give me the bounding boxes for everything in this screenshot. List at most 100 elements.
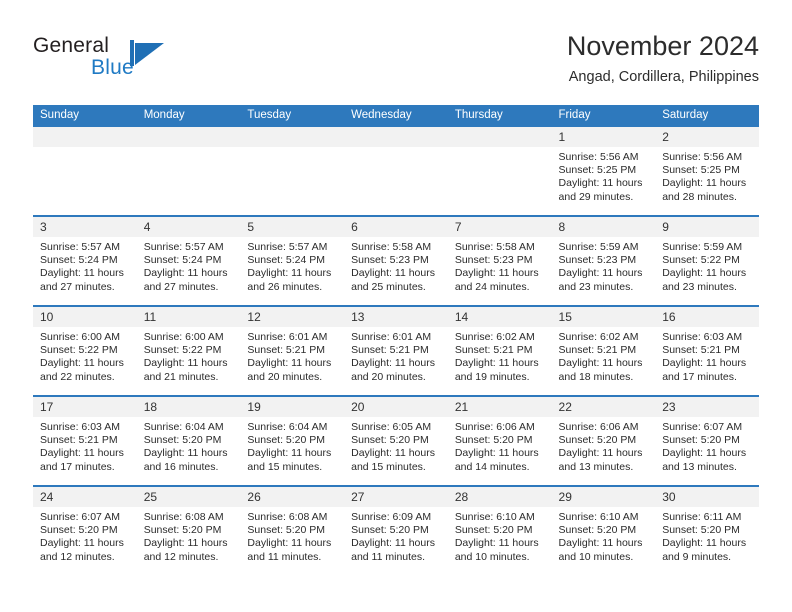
sunrise-text: Sunrise: 6:07 AM — [662, 421, 743, 433]
day-cell-inner: 7 Sunrise: 5:58 AM Sunset: 5:23 PM Daylight… — [447, 217, 552, 305]
daylight-text-line1: Daylight: 11 hours — [662, 447, 747, 460]
triangle-logo-icon — [130, 40, 166, 68]
day-cell-inner: 14 Sunrise: 6:02 AM Sunset: 5:21 PM Dayligh… — [447, 307, 552, 395]
day-cell[interactable]: 23 Sunrise: 6:07 AM Sunset: 5:20 PM Dayligh… — [655, 395, 759, 486]
daylight-text-line2: and 28 minutes. — [662, 190, 737, 203]
day-cell[interactable]: 24 Sunrise: 6:07 AM Sunset: 5:20 PM Dayligh… — [33, 485, 137, 575]
day-number: 22 — [551, 397, 656, 417]
sunrise-text: Sunrise: 6:08 AM — [143, 511, 224, 523]
calendar-container: Sunday Monday Tuesday Wednesday Thursday… — [33, 105, 759, 575]
day-cell[interactable]: 16 Sunrise: 6:03 AM Sunset: 5:21 PM Dayligh… — [655, 305, 759, 396]
location-subtitle: Angad, Cordillera, Philippines — [568, 69, 759, 85]
weekday-header-saturday: Saturday — [655, 105, 759, 127]
day-number: 29 — [551, 487, 656, 507]
day-cell[interactable]: 1 Sunrise: 5:56 AM Sunset: 5:25 PM Daylight… — [551, 127, 656, 216]
day-cell-inner: 22 Sunrise: 6:06 AM Sunset: 5:20 PM Dayligh… — [551, 397, 656, 485]
day-info: Sunrise: 6:04 AM Sunset: 5:20 PM Daylight:… — [137, 417, 241, 474]
day-cell[interactable]: 20 Sunrise: 6:05 AM Sunset: 5:20 PM Dayligh… — [344, 395, 448, 486]
daylight-text-line1: Daylight: 11 hours — [662, 537, 747, 550]
day-cell[interactable]: 19 Sunrise: 6:04 AM Sunset: 5:20 PM Dayligh… — [240, 395, 345, 486]
day-info: Sunrise: 5:56 AM Sunset: 5:25 PM Daylight:… — [655, 147, 759, 204]
day-number: 14 — [447, 307, 552, 327]
sunrise-text: Sunrise: 6:00 AM — [40, 331, 120, 343]
day-number: 13 — [344, 307, 448, 327]
sunrise-text: Sunrise: 5:57 AM — [247, 241, 328, 253]
sunset-text: Sunset: 5:23 PM — [454, 254, 533, 267]
day-cell-inner — [136, 127, 241, 215]
sunrise-text: Sunrise: 6:03 AM — [40, 421, 120, 433]
day-info: Sunrise: 6:00 AM Sunset: 5:22 PM Daylight:… — [137, 327, 241, 384]
day-cell[interactable]: 27 Sunrise: 6:09 AM Sunset: 5:20 PM Dayligh… — [344, 485, 448, 575]
day-cell[interactable]: 12 Sunrise: 6:01 AM Sunset: 5:21 PM Dayligh… — [240, 305, 345, 396]
weekday-header-tuesday: Tuesday — [240, 105, 345, 127]
sunrise-text: Sunrise: 6:10 AM — [454, 511, 535, 523]
sunset-text: Sunset: 5:20 PM — [143, 524, 222, 537]
sunset-text: Sunset: 5:21 PM — [247, 344, 326, 357]
daylight-text-line2: and 16 minutes. — [143, 460, 219, 473]
day-cell-inner: 11 Sunrise: 6:00 AM Sunset: 5:22 PM Dayligh… — [136, 307, 241, 395]
day-cell[interactable]: 26 Sunrise: 6:08 AM Sunset: 5:20 PM Dayligh… — [240, 485, 345, 575]
day-cell[interactable]: 10 Sunrise: 6:00 AM Sunset: 5:22 PM Dayligh… — [33, 305, 137, 396]
day-cell-inner — [240, 127, 345, 215]
day-info: Sunrise: 6:10 AM Sunset: 5:20 PM Daylight:… — [552, 507, 656, 564]
day-cell[interactable]: 15 Sunrise: 6:02 AM Sunset: 5:21 PM Dayligh… — [551, 305, 656, 396]
daylight-text-line2: and 11 minutes. — [351, 550, 426, 563]
day-cell[interactable]: 11 Sunrise: 6:00 AM Sunset: 5:22 PM Dayligh… — [136, 305, 241, 396]
week-row: 10 Sunrise: 6:00 AM Sunset: 5:22 PM Dayligh… — [33, 305, 759, 396]
day-cell[interactable]: 25 Sunrise: 6:08 AM Sunset: 5:20 PM Dayligh… — [136, 485, 241, 575]
day-cell-inner: 6 Sunrise: 5:58 AM Sunset: 5:23 PM Daylight… — [344, 217, 448, 305]
day-cell-inner: 29 Sunrise: 6:10 AM Sunset: 5:20 PM Dayligh… — [551, 487, 656, 575]
day-cell-inner: 13 Sunrise: 6:01 AM Sunset: 5:21 PM Dayligh… — [344, 307, 448, 395]
calendar-body: 1 Sunrise: 5:56 AM Sunset: 5:25 PM Daylight… — [33, 127, 759, 575]
day-number: 15 — [551, 307, 656, 327]
day-cell[interactable]: 3 Sunrise: 5:57 AM Sunset: 5:24 PM Daylight… — [33, 215, 137, 306]
sunset-text: Sunset: 5:21 PM — [351, 344, 429, 357]
day-cell[interactable]: 7 Sunrise: 5:58 AM Sunset: 5:23 PM Daylight… — [447, 215, 552, 306]
day-number: 21 — [447, 397, 552, 417]
day-cell-inner: 9 Sunrise: 5:59 AM Sunset: 5:22 PM Daylight… — [655, 217, 759, 305]
day-cell[interactable]: 29 Sunrise: 6:10 AM Sunset: 5:20 PM Dayligh… — [551, 485, 656, 575]
day-number — [136, 127, 241, 147]
day-cell — [447, 127, 552, 216]
day-cell[interactable]: 13 Sunrise: 6:01 AM Sunset: 5:21 PM Dayligh… — [344, 305, 448, 396]
day-cell-inner: 5 Sunrise: 5:57 AM Sunset: 5:24 PM Daylight… — [240, 217, 345, 305]
day-number — [33, 127, 137, 147]
day-cell-inner: 19 Sunrise: 6:04 AM Sunset: 5:20 PM Dayligh… — [240, 397, 345, 485]
day-cell[interactable]: 4 Sunrise: 5:57 AM Sunset: 5:24 PM Daylight… — [136, 215, 241, 306]
day-cell[interactable]: 6 Sunrise: 5:58 AM Sunset: 5:23 PM Daylight… — [344, 215, 448, 306]
day-cell[interactable]: 5 Sunrise: 5:57 AM Sunset: 5:24 PM Daylight… — [240, 215, 345, 306]
daylight-text-line1: Daylight: 11 hours — [351, 447, 435, 460]
day-cell[interactable]: 28 Sunrise: 6:10 AM Sunset: 5:20 PM Dayligh… — [447, 485, 552, 575]
day-cell[interactable]: 30 Sunrise: 6:11 AM Sunset: 5:20 PM Dayligh… — [655, 485, 759, 575]
day-cell[interactable]: 2 Sunrise: 5:56 AM Sunset: 5:25 PM Daylight… — [655, 127, 759, 216]
daylight-text-line2: and 12 minutes. — [143, 550, 219, 563]
day-info: Sunrise: 6:05 AM Sunset: 5:20 PM Daylight:… — [344, 417, 448, 474]
day-cell[interactable]: 9 Sunrise: 5:59 AM Sunset: 5:22 PM Daylight… — [655, 215, 759, 306]
daylight-text-line1: Daylight: 11 hours — [558, 177, 643, 190]
day-cell-inner: 21 Sunrise: 6:06 AM Sunset: 5:20 PM Dayligh… — [447, 397, 552, 485]
day-cell[interactable]: 18 Sunrise: 6:04 AM Sunset: 5:20 PM Dayligh… — [136, 395, 241, 486]
daylight-text-line2: and 27 minutes. — [143, 280, 219, 293]
daylight-text-line2: and 26 minutes. — [247, 280, 323, 293]
day-cell[interactable]: 21 Sunrise: 6:06 AM Sunset: 5:20 PM Dayligh… — [447, 395, 552, 486]
daylight-text-line1: Daylight: 11 hours — [40, 537, 124, 550]
day-cell[interactable]: 17 Sunrise: 6:03 AM Sunset: 5:21 PM Dayligh… — [33, 395, 137, 486]
day-cell — [33, 127, 137, 216]
daylight-text-line2: and 21 minutes. — [143, 370, 219, 383]
day-info — [137, 147, 241, 151]
sunrise-text: Sunrise: 6:10 AM — [558, 511, 639, 523]
day-cell-inner: 15 Sunrise: 6:02 AM Sunset: 5:21 PM Dayligh… — [551, 307, 656, 395]
day-cell[interactable]: 14 Sunrise: 6:02 AM Sunset: 5:21 PM Dayligh… — [447, 305, 552, 396]
brand-logo[interactable]: General Blue — [33, 34, 263, 92]
sunset-text: Sunset: 5:20 PM — [351, 524, 429, 537]
sunset-text: Sunset: 5:25 PM — [558, 164, 637, 177]
week-row: 17 Sunrise: 6:03 AM Sunset: 5:21 PM Dayligh… — [33, 395, 759, 486]
week-row: 24 Sunrise: 6:07 AM Sunset: 5:20 PM Dayligh… — [33, 485, 759, 575]
day-info: Sunrise: 6:07 AM Sunset: 5:20 PM Daylight:… — [655, 417, 759, 474]
day-cell[interactable]: 8 Sunrise: 5:59 AM Sunset: 5:23 PM Daylight… — [551, 215, 656, 306]
day-cell[interactable]: 22 Sunrise: 6:06 AM Sunset: 5:20 PM Dayligh… — [551, 395, 656, 486]
page-title: November 2024 — [566, 31, 759, 61]
sunrise-text: Sunrise: 6:00 AM — [143, 331, 224, 343]
day-info: Sunrise: 6:08 AM Sunset: 5:20 PM Daylight:… — [240, 507, 344, 564]
day-info: Sunrise: 6:11 AM Sunset: 5:20 PM Daylight:… — [655, 507, 759, 564]
